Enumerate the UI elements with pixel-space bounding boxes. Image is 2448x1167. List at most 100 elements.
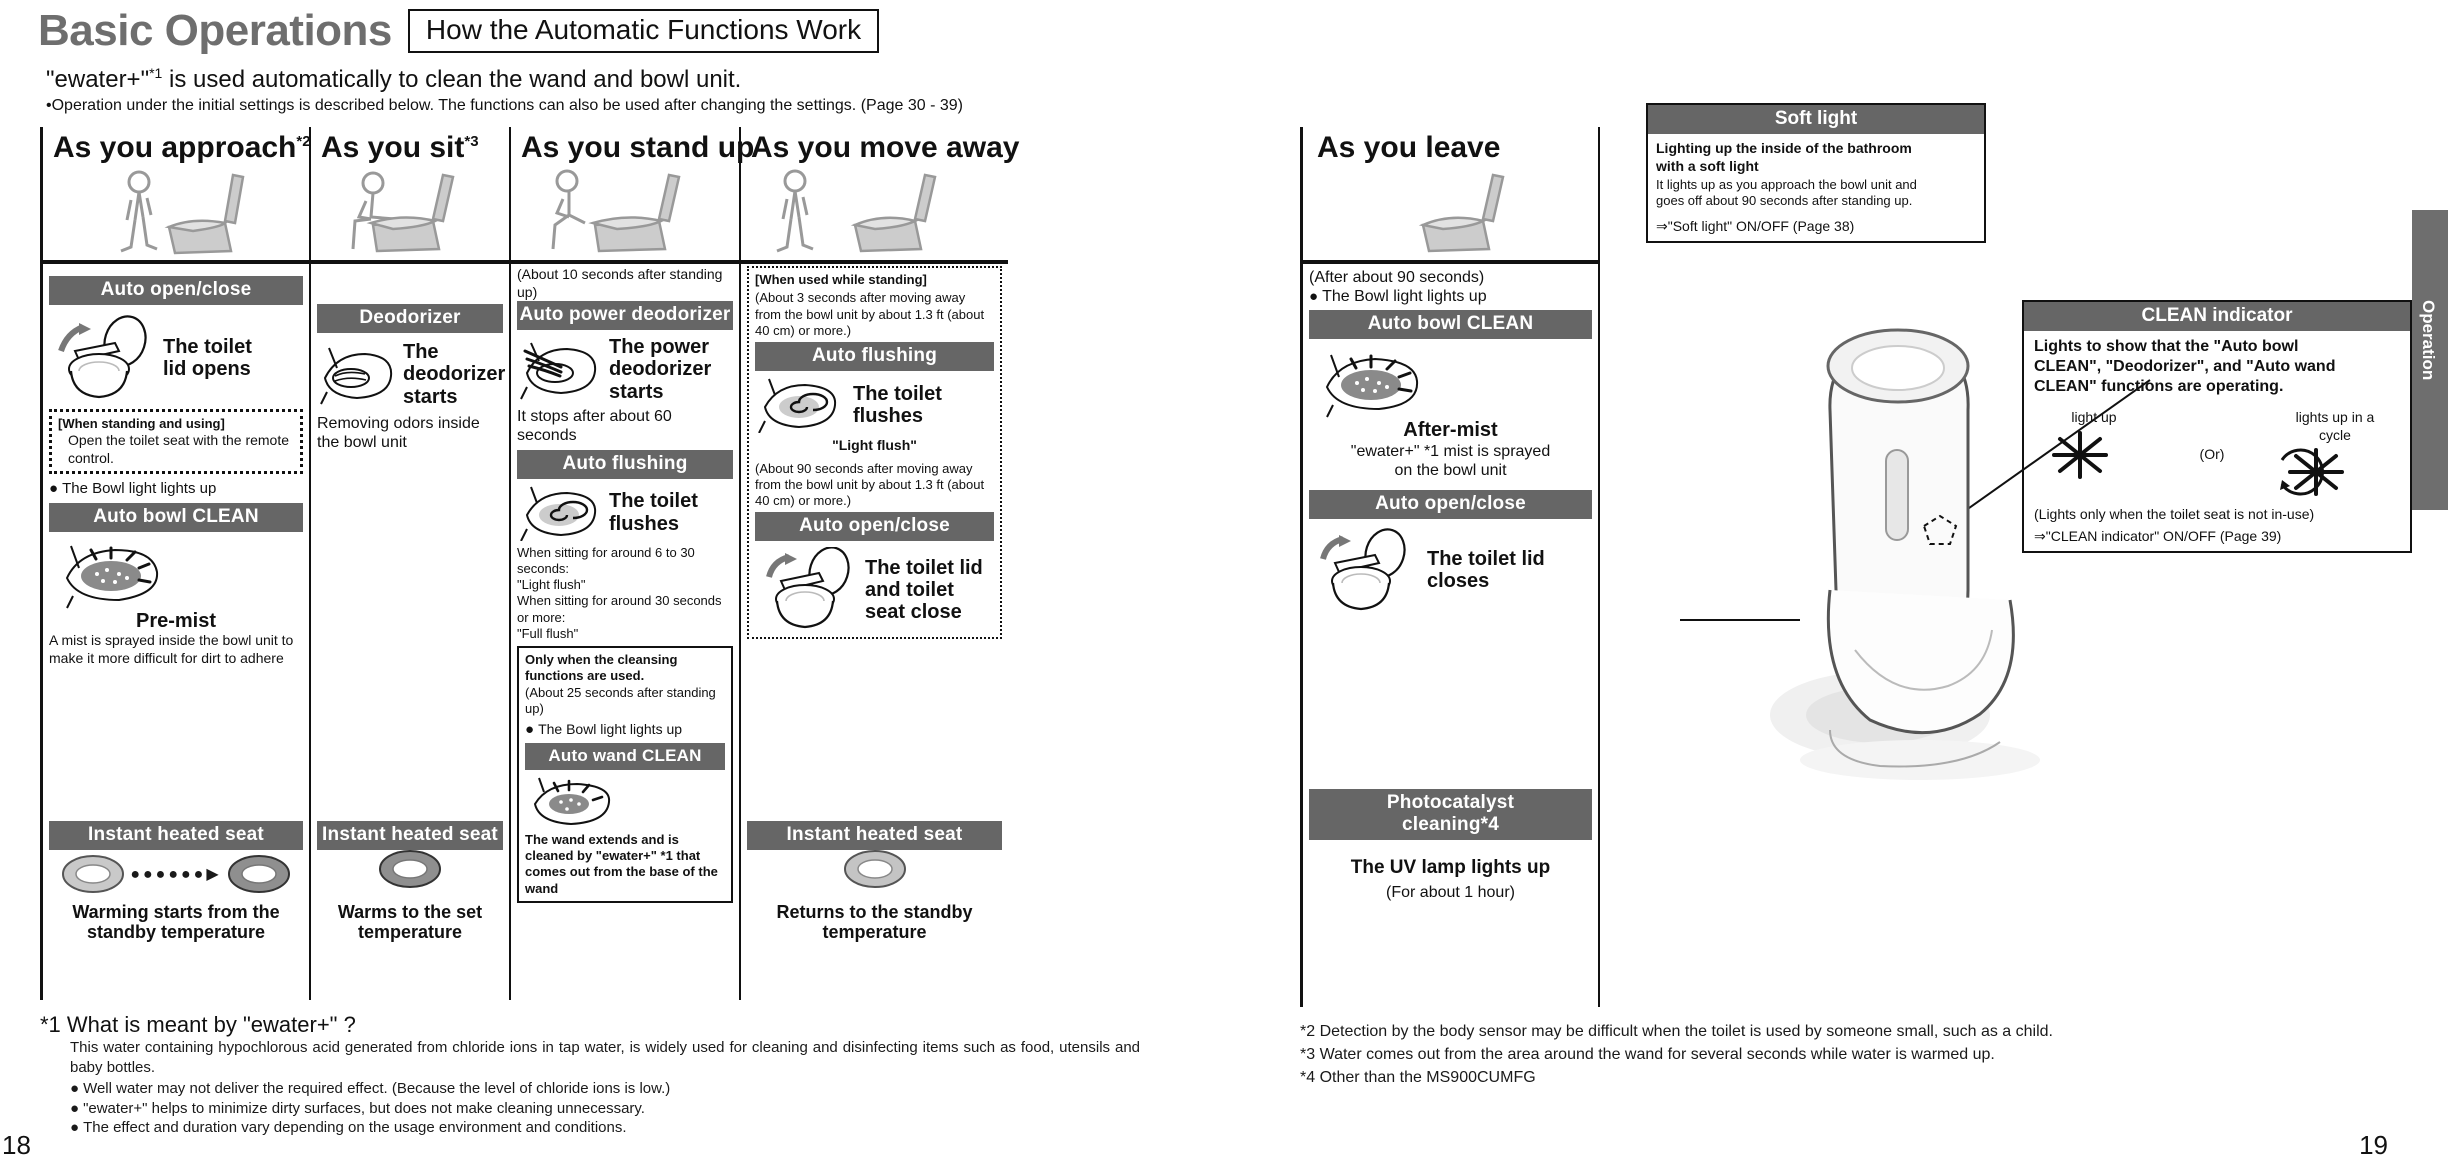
leave-bowl-light: The Bowl light lights up bbox=[1309, 287, 1592, 306]
icon-deodorizer bbox=[320, 347, 393, 405]
icon-flush-swirl bbox=[520, 486, 597, 541]
flush-desc-l3: When sitting for around 30 seconds or mo… bbox=[517, 593, 722, 625]
caption-lid-opens: The toilet lid opens bbox=[163, 335, 252, 380]
icon-seat-warm-start bbox=[62, 855, 125, 893]
column-header: As you stand up bbox=[511, 127, 754, 165]
caption-lid-closes: The toilet lid closes bbox=[1427, 547, 1545, 593]
caption-power-deodorizer-starts: The power deodorizer starts bbox=[609, 336, 712, 403]
banner-auto-power-deodorizer: Auto power deodorizer bbox=[517, 301, 733, 330]
icon-after-mist bbox=[1325, 354, 1419, 418]
banner-auto-open-close: Auto open/close bbox=[1309, 490, 1592, 520]
illustration-person-approaching bbox=[43, 165, 309, 260]
banner-auto-bowl-clean: Auto bowl CLEAN bbox=[49, 503, 303, 532]
leave-timing: (After about 90 seconds) bbox=[1309, 269, 1485, 286]
lead-sentence: "ewater+"*1 is used automatically to cle… bbox=[46, 65, 741, 94]
lead-part-b: is used automatically to clean the wand … bbox=[162, 66, 742, 93]
column-as-you-sit: As you sit*3 Deodorizer The deodorizer s… bbox=[311, 127, 511, 1000]
side-tab-label: Operation bbox=[2419, 300, 2438, 381]
caption-after-mist-desc-1: "ewater+" *1 mist is sprayed bbox=[1350, 442, 1551, 460]
page-title: Basic Operations bbox=[38, 6, 392, 55]
icon-lid-closing bbox=[766, 547, 850, 629]
arrow-icon: ⇒ bbox=[1656, 217, 1668, 234]
column-header-text: As you sit bbox=[321, 131, 465, 164]
note-box-standing-and-using: [When standing and using] Open the toile… bbox=[49, 409, 303, 475]
leave-column-header: As you leave bbox=[1317, 131, 1501, 164]
icon-lid-closes bbox=[1320, 528, 1406, 611]
banner-auto-flushing: Auto flushing bbox=[755, 342, 994, 371]
footnote-1-bullet-2: "ewater+" helps to minimize dirty surfac… bbox=[70, 1099, 1140, 1119]
column-header-sup: *3 bbox=[464, 133, 479, 150]
banner-auto-open-close: Auto open/close bbox=[755, 512, 994, 542]
caption-wand-clean-desc: The wand extends and is cleaned by "ewat… bbox=[525, 831, 718, 896]
soft-light-title: Soft light bbox=[1648, 105, 1984, 134]
caption-after-mist: After-mist bbox=[1403, 419, 1498, 442]
banner-auto-flushing: Auto flushing bbox=[517, 449, 733, 479]
column-header-text: As you move away bbox=[751, 131, 1020, 164]
soft-light-link-text: "Soft light" ON/OFF (Page 38) bbox=[1667, 217, 1855, 234]
page-number-left: 18 bbox=[2, 1130, 31, 1160]
page-header: Basic Operations How the Automatic Funct… bbox=[38, 6, 880, 56]
timing-note-1: (About 3 seconds after moving away from … bbox=[755, 290, 985, 338]
footnote-1-bullet-1: Well water may not deliver the required … bbox=[70, 1079, 1140, 1099]
caption-uv-lamp: The UV lamp lights up bbox=[1350, 856, 1551, 878]
leave-body: (After about 90 seconds) The Bowl light … bbox=[1303, 260, 1598, 950]
flush-desc-l1: When sitting for around 6 to 30 seconds: bbox=[517, 544, 695, 576]
timing-note-2: (About 90 seconds after moving away from… bbox=[755, 460, 985, 509]
banner-auto-wand-clean: Auto wand CLEAN bbox=[525, 742, 725, 770]
banner-auto-bowl-clean: Auto bowl CLEAN bbox=[1309, 310, 1592, 340]
arrow-dots: ●●●●●●▶ bbox=[130, 866, 222, 883]
column-header: As you approach*2 bbox=[43, 127, 311, 165]
lead-footnote-marker: *1 bbox=[149, 65, 163, 81]
column-body: (About 10 seconds after standing up) Aut… bbox=[511, 260, 739, 948]
column-header: As you sit*3 bbox=[311, 127, 509, 165]
column-body: [When used while standing] (About 3 seco… bbox=[741, 260, 1008, 948]
icon-flush-light bbox=[758, 378, 837, 433]
lead-part-a: "ewater+" bbox=[46, 66, 150, 93]
cond-bowl-light: The Bowl light lights up bbox=[525, 721, 725, 740]
soft-light-text-2: goes off about 90 seconds after standing… bbox=[1656, 193, 1913, 209]
note-box-text: Open the toilet seat with the remote con… bbox=[68, 432, 290, 466]
banner-photocatalyst-line2: cleaning*4 bbox=[1401, 814, 1500, 835]
banner-deodorizer: Deodorizer bbox=[317, 304, 503, 333]
soft-light-bold-2: with a soft light bbox=[1656, 157, 1759, 174]
caption-uv-lamp-desc: (For about 1 hour) bbox=[1386, 883, 1515, 901]
footnote-3: *3 Water comes out from the area around … bbox=[1300, 1046, 1995, 1064]
soft-light-reference[interactable]: ⇒"Soft light" ON/OFF (Page 38) bbox=[1656, 218, 1976, 236]
icon-lid-opening bbox=[58, 315, 147, 399]
caption-warms-to-set-temp: Warms to the set temperature bbox=[337, 901, 483, 942]
cond-line-1: Only when the cleansing functions are us… bbox=[525, 652, 678, 684]
flush-desc-l4: "Full flush" bbox=[517, 625, 579, 641]
icon-seat-warm-end bbox=[227, 855, 290, 893]
caption-lid-and-seat-close: The toilet lid and toilet seat close bbox=[865, 556, 983, 624]
cleansing-condition-box: Only when the cleansing functions are us… bbox=[517, 646, 733, 903]
column-as-you-stand-up: As you stand up (About 10 seconds after … bbox=[511, 127, 754, 1000]
timing-note-standing: (About 10 seconds after standing up) bbox=[517, 266, 723, 300]
column-header-sup: *2 bbox=[296, 133, 311, 150]
illustration-leaving bbox=[1303, 165, 1598, 260]
icon-power-deodorizer bbox=[520, 342, 597, 400]
caption-deodorizer-desc: Removing odors inside the bowl unit bbox=[317, 415, 480, 452]
note-box-title: [When standing and using] bbox=[58, 416, 225, 431]
banner-instant-heated-seat: Instant heated seat bbox=[747, 821, 1002, 850]
side-tab-operation: Operation bbox=[2412, 210, 2448, 510]
caption-premist-desc: A mist is sprayed inside the bowl unit t… bbox=[49, 632, 294, 666]
column-header: As you move away bbox=[741, 127, 1019, 165]
banner-instant-heated-seat: Instant heated seat bbox=[49, 821, 303, 850]
caption-after-mist-desc-2: on the bowl unit bbox=[1394, 461, 1507, 479]
column-body: Auto open/close The toilet lid opens [Wh bbox=[43, 260, 309, 948]
caption-premist: Pre-mist bbox=[135, 610, 217, 632]
column-as-you-leave: As you leave (After about 90 seconds) Th… bbox=[1300, 127, 1600, 1007]
soft-light-panel: Soft light Lighting up the inside of the… bbox=[1646, 103, 1986, 243]
illustration-person-standing-up bbox=[511, 165, 739, 260]
column-header-text: As you approach bbox=[53, 131, 297, 164]
caption-toilet-flushes: The toilet flushes bbox=[609, 490, 698, 535]
caption-light-flush: "Light flush" bbox=[832, 437, 917, 453]
footnotes-left: *1 What is meant by "ewater+" ? This wat… bbox=[40, 1012, 1140, 1138]
column-header-text: As you stand up bbox=[521, 131, 755, 164]
soft-light-bold-1: Lighting up the inside of the bathroom bbox=[1656, 140, 1912, 156]
caption-toilet-flushes: The toilet flushes bbox=[853, 382, 942, 427]
column-body: Deodorizer The deodorizer starts Removin… bbox=[311, 260, 509, 948]
footnote-4: *4 Other than the MS900CUMFG bbox=[1300, 1069, 1536, 1087]
illustration-person-moving-away bbox=[741, 165, 1008, 260]
icon-premist-spray bbox=[65, 545, 159, 609]
